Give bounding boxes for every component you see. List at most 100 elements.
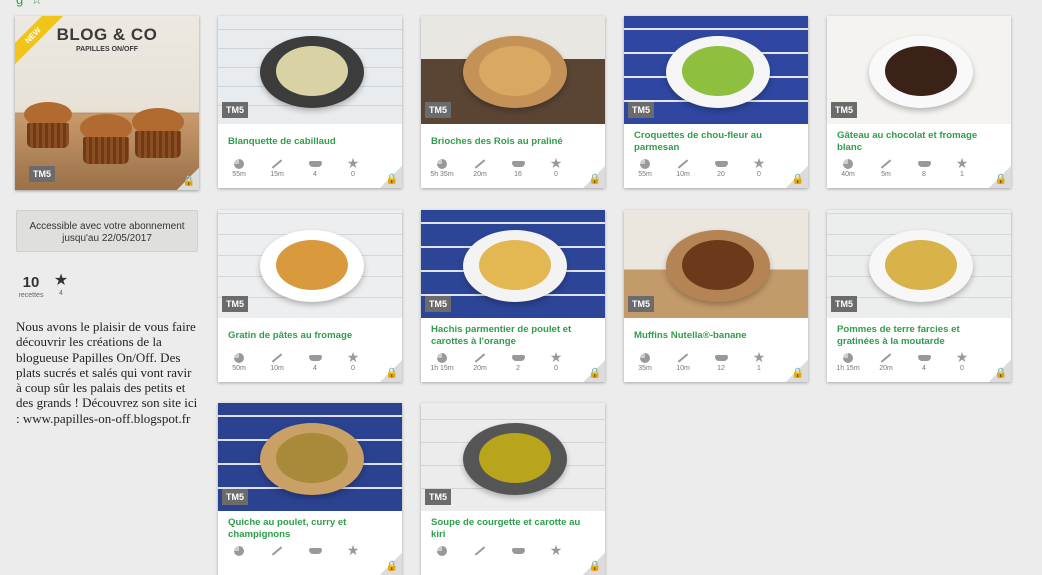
lock-icon: 🔒 <box>385 368 398 379</box>
rating-value: 1 <box>757 365 761 372</box>
recipe-title[interactable]: Brioches des Rois au praliné <box>431 136 591 148</box>
recipe-photo[interactable]: TM5 <box>624 16 808 124</box>
lock-icon: 🔒 <box>588 368 601 379</box>
recipe-stats: 35m 10m 12 ★ 1 <box>632 350 782 378</box>
knife-icon <box>474 353 486 363</box>
prep-time: 10m <box>670 156 696 178</box>
recipe-card[interactable]: TM5 Gratin de pâtes au fromage 50m 10m 4… <box>218 210 402 382</box>
prep-time: 10m <box>670 350 696 372</box>
recipe-count-label: recettes <box>18 292 44 299</box>
recipe-card[interactable]: TM5 Quiche au poulet, curry et champigno… <box>218 403 402 575</box>
total-time-value: 1h 15m <box>836 365 860 372</box>
portions: 4 <box>302 156 328 178</box>
star-icon: ★ <box>346 155 360 171</box>
pot-icon <box>714 354 728 361</box>
recipe-stats: ★ <box>429 543 579 571</box>
recipe-title[interactable]: Gratin de pâtes au fromage <box>228 330 388 342</box>
recipe-photo[interactable]: TM5 <box>421 210 605 318</box>
portions-value: 8 <box>922 171 926 178</box>
prep-time-value: 10m <box>676 171 690 178</box>
star-icon: ★ <box>346 349 360 365</box>
recipe-card[interactable]: TM5 Blanquette de cabillaud 55m 15m 4 ★ 0… <box>218 16 402 188</box>
recipe-photo[interactable]: TM5 <box>624 210 808 318</box>
clock-icon <box>640 158 650 169</box>
recipe-stats: 40m 5m 8 ★ 1 <box>835 156 985 184</box>
rating-value: 0 <box>554 171 558 178</box>
lock-icon: 🔒 <box>182 176 195 187</box>
tm5-tag: TM5 <box>425 489 451 505</box>
recipe-card[interactable]: TM5 Muffins Nutella®-banane 35m 10m 12 ★… <box>624 210 808 382</box>
lock-corner: 🔒 <box>989 166 1011 188</box>
lock-corner: 🔒 <box>786 166 808 188</box>
recipe-card[interactable]: TM5 Croquettes de chou-fleur au parmesan… <box>624 16 808 188</box>
recipe-card[interactable]: TM5 Hachis parmentier de poulet et carot… <box>421 210 605 382</box>
prep-time: 15m <box>264 156 290 178</box>
rating: ★ 0 <box>746 156 772 178</box>
collection-title: BLOG & CO <box>56 25 158 44</box>
recipe-photo[interactable]: TM5 <box>827 210 1011 318</box>
rating: ★ 0 <box>543 350 569 372</box>
star-icon: ★ <box>346 542 360 558</box>
prep-time-value: 20m <box>473 171 487 178</box>
knife-icon <box>271 546 283 556</box>
recipe-stats: 5h 35m 20m 16 ★ 0 <box>429 156 579 184</box>
portions <box>302 543 328 558</box>
total-time-value: 50m <box>232 365 246 372</box>
recipe-stats: ★ <box>226 543 376 571</box>
knife-icon <box>271 159 283 169</box>
recipe-photo[interactable]: TM5 <box>218 16 402 124</box>
clock-icon <box>234 545 244 556</box>
recipe-card[interactable]: TM5 Pommes de terre farcies et gratinées… <box>827 210 1011 382</box>
recipe-photo[interactable]: TM5 <box>421 16 605 124</box>
recipe-title[interactable]: Pommes de terre farcies et gratinées à l… <box>837 324 997 348</box>
recipe-title[interactable]: Croquettes de chou-fleur au parmesan <box>634 130 794 154</box>
prep-time <box>264 543 290 558</box>
knife-icon <box>677 159 689 169</box>
recipe-title[interactable]: Soupe de courgette et carotte au kiri <box>431 517 591 541</box>
recipe-photo[interactable]: TM5 <box>421 403 605 511</box>
recipe-title[interactable]: Gâteau au chocolat et fromage blanc <box>837 130 997 154</box>
recipe-photo[interactable]: TM5 <box>218 210 402 318</box>
rating-value: 0 <box>757 171 761 178</box>
prep-time: 20m <box>873 350 899 372</box>
recipe-title[interactable]: Blanquette de cabillaud <box>228 136 388 148</box>
lock-icon: 🔒 <box>385 174 398 185</box>
star-icon: ★ <box>549 349 563 365</box>
lock-corner: 🔒 <box>989 360 1011 382</box>
recipe-card[interactable]: TM5 Brioches des Rois au praliné 5h 35m … <box>421 16 605 188</box>
clock-icon <box>843 158 853 169</box>
muffin-illustration <box>80 114 132 164</box>
collection-cover[interactable]: NEW BLOG & CO PAPILLES ON/OFF TM5 🔒 <box>15 16 199 190</box>
recipe-stats: 50m 10m 4 ★ 0 <box>226 350 376 378</box>
rating-value: 0 <box>351 365 355 372</box>
tm5-tag: TM5 <box>628 102 654 118</box>
total-time-value: 55m <box>638 171 652 178</box>
clock-icon <box>437 158 447 169</box>
collection-rating-value: 4 <box>59 290 63 297</box>
portions: 2 <box>505 350 531 372</box>
rating: ★ 0 <box>340 156 366 178</box>
rating: ★ 0 <box>340 350 366 372</box>
recipe-photo[interactable]: TM5 <box>827 16 1011 124</box>
recipe-title[interactable]: Muffins Nutella®-banane <box>634 330 794 342</box>
star-icon: ★ <box>549 542 563 558</box>
total-time: 35m <box>632 350 658 372</box>
recipe-card[interactable]: TM5 Gâteau au chocolat et fromage blanc … <box>827 16 1011 188</box>
lock-corner: 🔒 <box>177 168 199 190</box>
recipe-photo[interactable]: TM5 <box>218 403 402 511</box>
total-time: 40m <box>835 156 861 178</box>
recipe-stats: 55m 15m 4 ★ 0 <box>226 156 376 184</box>
total-time: 55m <box>226 156 252 178</box>
portions: 8 <box>911 156 937 178</box>
recipe-card[interactable]: TM5 Soupe de courgette et carotte au kir… <box>421 403 605 575</box>
pot-icon <box>917 160 931 167</box>
recipe-title[interactable]: Quiche au poulet, curry et champignons <box>228 517 388 541</box>
pot-icon <box>308 160 322 167</box>
lock-icon: 🔒 <box>994 174 1007 185</box>
lock-icon: 🔒 <box>588 561 601 572</box>
header-fragment: g ☆ <box>16 0 45 8</box>
prep-time-value: 15m <box>270 171 284 178</box>
clock-icon <box>437 545 447 556</box>
recipe-title[interactable]: Hachis parmentier de poulet et carottes … <box>431 324 591 348</box>
recipe-count-value: 10 <box>22 274 40 291</box>
